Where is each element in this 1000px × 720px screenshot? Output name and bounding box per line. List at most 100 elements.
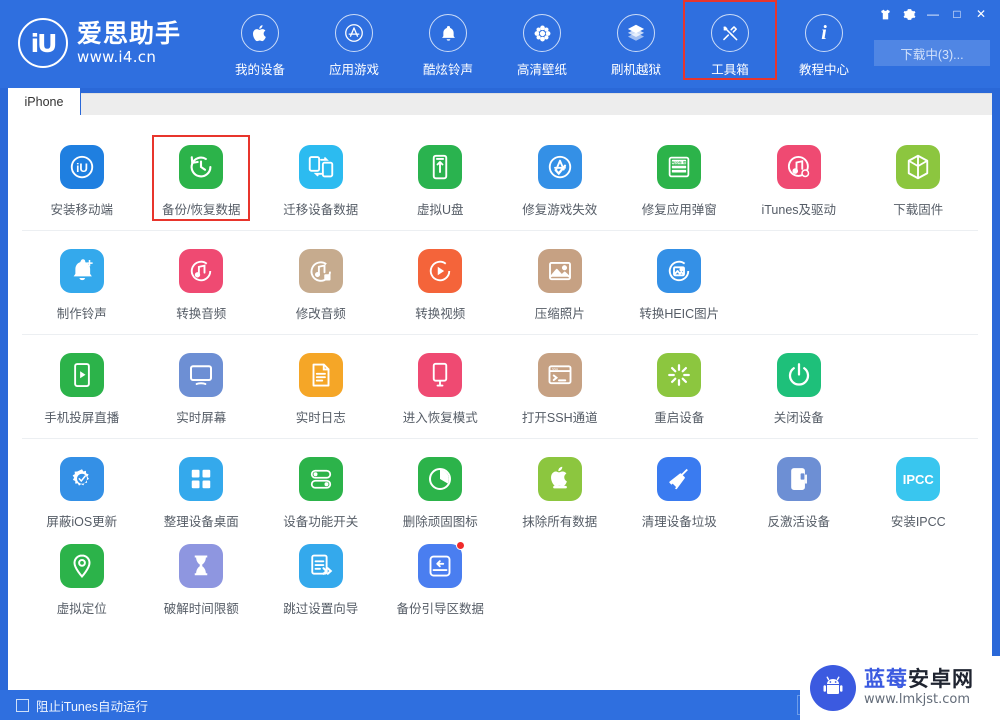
skip-setup-icon <box>298 544 343 588</box>
tool-fix-app-popup[interactable]: Apple ID 修复应用弹窗 <box>620 137 740 224</box>
tool-virtual-usb[interactable]: 虚拟U盘 <box>381 137 501 224</box>
tool-deactivate-device[interactable]: 反激活设备 <box>739 449 859 536</box>
tool-realtime-log[interactable]: 实时日志 <box>261 345 381 432</box>
screen-cast-icon <box>59 353 104 397</box>
nav-label: 我的设备 <box>235 63 286 77</box>
tab-iphone[interactable]: iPhone <box>8 88 80 115</box>
tool-crack-time-limit[interactable]: 破解时间限额 <box>142 536 262 623</box>
nav-label: 酷炫铃声 <box>423 63 474 77</box>
tool-label: 屏蔽iOS更新 <box>46 515 118 529</box>
nav-item-ringtones[interactable]: 酷炫铃声 <box>401 8 495 80</box>
ringtone-make-icon <box>59 249 104 293</box>
main-nav: 我的设备 应用游戏 酷炫铃声 高清壁纸 刷机越狱 工具箱 i 教程中心 <box>213 0 871 80</box>
tool-label: 修复应用弹窗 <box>641 203 717 217</box>
tool-label: 反激活设备 <box>767 515 830 529</box>
tool-migrate-device-data[interactable]: 迁移设备数据 <box>261 137 381 224</box>
tool-group-media: 制作铃声 转换音频 修改音频 转换视频 压缩照片 转换HEIC图片 <box>22 231 978 335</box>
tool-label: 进入恢复模式 <box>402 411 478 425</box>
tool-erase-all-data[interactable]: 抹除所有数据 <box>500 449 620 536</box>
icon-wrap: SSH <box>537 353 582 397</box>
tool-skip-setup-wizard[interactable]: 跳过设置向导 <box>261 536 381 623</box>
settings-gear-icon[interactable] <box>898 4 920 24</box>
tool-fix-game-failure[interactable]: 修复游戏失效 <box>500 137 620 224</box>
tool-label: 关闭设备 <box>773 411 824 425</box>
tool-label: 清理设备垃圾 <box>641 515 717 529</box>
tool-label: 虚拟U盘 <box>416 203 464 217</box>
nav-item-wallpapers[interactable]: 高清壁纸 <box>495 8 589 80</box>
icon-wrap: Apple ID <box>657 145 702 189</box>
tool-row: 制作铃声 转换音频 修改音频 转换视频 压缩照片 转换HEIC图片 <box>22 241 978 328</box>
tool-backup-restore[interactable]: 备份/恢复数据 <box>142 137 262 224</box>
nav-item-toolbox[interactable]: 工具箱 <box>683 0 778 80</box>
tool-compress-photo[interactable]: 压缩照片 <box>500 241 620 328</box>
nav-label: 教程中心 <box>799 63 850 77</box>
i4-app-icon: iU <box>59 145 104 189</box>
tool-clean-junk[interactable]: 清理设备垃圾 <box>620 449 740 536</box>
tool-edit-audio[interactable]: 修改音频 <box>261 241 381 328</box>
nav-item-tutorials[interactable]: i 教程中心 <box>777 8 871 80</box>
feedback-button[interactable]: 意见反馈 <box>796 695 865 715</box>
tool-label: 转换音频 <box>176 307 227 321</box>
maximize-icon[interactable]: □ <box>946 4 968 24</box>
tools-icon <box>711 14 750 52</box>
tool-convert-video[interactable]: 转换视频 <box>381 241 501 328</box>
icon-wrap <box>179 353 224 397</box>
tool-make-ringtone[interactable]: 制作铃声 <box>22 241 142 328</box>
minimize-icon[interactable]: — <box>922 4 944 24</box>
tool-block-ios-update[interactable]: 屏蔽iOS更新 <box>22 449 142 536</box>
block-itunes-option[interactable]: 阻止iTunes自动运行 <box>16 696 148 715</box>
audio-edit-icon <box>298 249 343 293</box>
tool-label: 安装移动端 <box>50 203 113 217</box>
tool-organize-home-screen[interactable]: 整理设备桌面 <box>142 449 262 536</box>
tool-enter-recovery-mode[interactable]: 进入恢复模式 <box>381 345 501 432</box>
ssh-terminal-icon: SSH <box>537 353 582 397</box>
tool-label: 删除顽固图标 <box>402 515 478 529</box>
tool-fake-location[interactable]: 虚拟定位 <box>22 536 142 623</box>
icon-wrap <box>776 145 821 189</box>
svg-text:Apple ID: Apple ID <box>672 160 687 164</box>
tool-label: 备份/恢复数据 <box>162 203 241 217</box>
nav-item-my-device[interactable]: 我的设备 <box>213 8 307 80</box>
nav-item-apps-games[interactable]: 应用游戏 <box>307 8 401 80</box>
tool-convert-heic[interactable]: 转换HEIC图片 <box>620 241 740 328</box>
tool-install-ipcc[interactable]: IPCC 安装IPCC <box>859 449 979 536</box>
tool-install-mobile[interactable]: iU 安装移动端 <box>22 137 142 224</box>
icon-wrap <box>418 249 463 293</box>
icon-wrap <box>298 249 343 293</box>
tool-backup-boot-data[interactable]: 备份引导区数据 <box>381 536 501 623</box>
nav-label: 应用游戏 <box>329 63 380 77</box>
icon-wrap <box>418 353 463 397</box>
window-controls: — □ ✕ <box>874 4 992 24</box>
icon-wrap <box>776 353 821 397</box>
backup-restore-icon <box>179 145 224 189</box>
icon-wrap <box>59 249 104 293</box>
tool-realtime-screen[interactable]: 实时屏幕 <box>142 345 262 432</box>
tool-power-off-device[interactable]: 关闭设备 <box>739 345 859 432</box>
tool-screen-cast-live[interactable]: 手机投屏直播 <box>22 345 142 432</box>
nav-item-flash-jailbreak[interactable]: 刷机越狱 <box>589 8 683 80</box>
tool-label: 设备功能开关 <box>283 515 359 529</box>
block-itunes-checkbox[interactable] <box>16 698 29 712</box>
tabstrip-filler <box>81 93 992 115</box>
icon-wrap <box>418 541 466 588</box>
downloading-button[interactable]: 下载中(3)... <box>874 40 990 66</box>
skin-icon[interactable] <box>874 4 896 24</box>
tool-itunes-drivers[interactable]: iTunes及驱动 <box>739 137 859 224</box>
tool-label: 重启设备 <box>654 411 705 425</box>
tool-feature-toggle[interactable]: 设备功能开关 <box>261 449 381 536</box>
tool-reboot-device[interactable]: 重启设备 <box>620 345 740 432</box>
tool-download-firmware[interactable]: 下载固件 <box>859 137 979 224</box>
apple-id-icon: Apple ID <box>657 145 702 189</box>
tool-delete-stubborn-icons[interactable]: 删除顽固图标 <box>381 449 501 536</box>
tool-open-ssh[interactable]: SSH 打开SSH通道 <box>500 345 620 432</box>
appstore-icon <box>335 14 374 52</box>
close-icon[interactable]: ✕ <box>970 4 992 24</box>
heic-convert-icon <box>657 249 702 293</box>
apple-icon <box>241 14 280 52</box>
toolbox-content: iU 安装移动端 备份/恢复数据 迁移设备数据 虚拟U盘 修复游戏失效 Appl… <box>8 115 992 690</box>
icon-wrap <box>418 145 463 189</box>
tool-label: iTunes及驱动 <box>761 203 837 217</box>
tool-convert-audio[interactable]: 转换音频 <box>142 241 262 328</box>
tool-label: 打开SSH通道 <box>521 411 598 425</box>
icon-wrap <box>179 145 224 189</box>
